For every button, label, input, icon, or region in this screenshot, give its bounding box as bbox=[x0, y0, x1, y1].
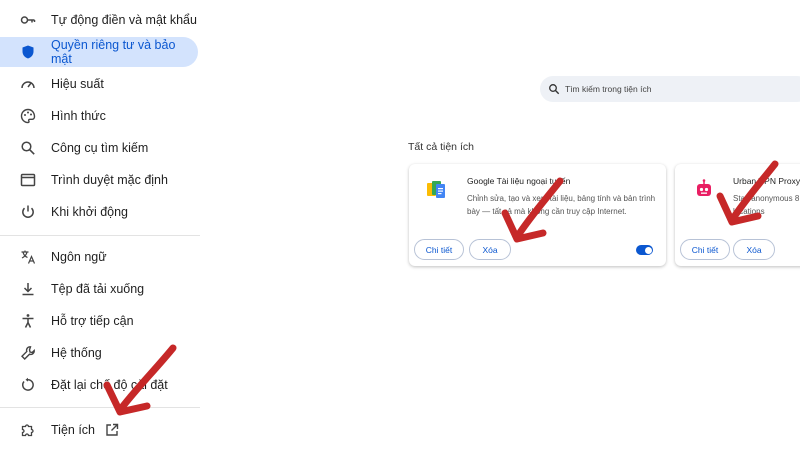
sidebar-item-accessibility[interactable]: Hỗ trợ tiếp cận bbox=[0, 306, 198, 336]
toggle-knob bbox=[644, 246, 652, 254]
sidebar-item-label: Tiện ích bbox=[51, 423, 96, 437]
sidebar-item-label: Đặt lại chế độ cài đặt bbox=[51, 378, 168, 392]
sidebar-item-label: Hình thức bbox=[51, 109, 106, 123]
sidebar-item-autofill[interactable]: Tự động điền và mật khẩu bbox=[0, 5, 198, 35]
sidebar-item-extensions[interactable]: Tiện ích bbox=[0, 415, 198, 445]
section-title: Tất cả tiện ích bbox=[408, 141, 474, 153]
browser-window-icon bbox=[20, 172, 36, 188]
extension-card-urban-vpn: Urban VPN Proxy Stay anonymous 8 ... 80 … bbox=[675, 164, 800, 266]
search-icon bbox=[20, 140, 36, 156]
extension-card-google-docs: Google Tài liệu ngoại tuyến Chỉnh sửa, t… bbox=[409, 164, 666, 266]
sidebar-item-label: Quyền riêng tư và bảo mật bbox=[51, 38, 176, 66]
sidebar-item-label: Công cụ tìm kiếm bbox=[51, 141, 149, 155]
shield-icon bbox=[20, 44, 36, 60]
details-button[interactable]: Chi tiết bbox=[680, 239, 730, 260]
extensions-search-bar[interactable] bbox=[540, 76, 800, 102]
extension-description: Stay anonymous 8 ... 80 locations bbox=[733, 194, 800, 216]
settings-sidebar: Tự động điền và mật khẩu Quyền riêng tư … bbox=[0, 0, 200, 450]
sidebar-item-languages[interactable]: Ngôn ngữ bbox=[0, 242, 198, 272]
extension-title: Urban VPN Proxy bbox=[733, 176, 800, 186]
robot-icon bbox=[693, 178, 715, 200]
accessibility-icon bbox=[20, 313, 36, 329]
sidebar-item-label: Hiệu suất bbox=[51, 77, 104, 91]
search-input[interactable] bbox=[565, 84, 785, 94]
sidebar-item-label: Tệp đã tải xuống bbox=[51, 282, 145, 296]
sidebar-item-downloads[interactable]: Tệp đã tải xuống bbox=[0, 274, 198, 304]
sidebar-item-default-browser[interactable]: Trình duyệt mặc định bbox=[0, 165, 198, 195]
sidebar-item-label: Ngôn ngữ bbox=[51, 250, 107, 264]
puzzle-icon bbox=[20, 422, 36, 438]
sidebar-item-system[interactable]: Hệ thống bbox=[0, 338, 198, 368]
sidebar-item-on-startup[interactable]: Khi khởi động bbox=[0, 197, 198, 227]
sidebar-item-performance[interactable]: Hiệu suất bbox=[0, 69, 198, 99]
sidebar-item-appearance[interactable]: Hình thức bbox=[0, 101, 198, 131]
remove-button[interactable]: Xóa bbox=[733, 239, 775, 260]
sidebar-divider bbox=[0, 235, 200, 236]
sidebar-item-label: Trình duyệt mặc định bbox=[51, 173, 168, 187]
palette-icon bbox=[20, 108, 36, 124]
speedometer-icon bbox=[20, 76, 36, 92]
sidebar-item-search-engine[interactable]: Công cụ tìm kiếm bbox=[0, 133, 198, 163]
wrench-icon bbox=[20, 345, 36, 361]
sidebar-item-label: Tự động điền và mật khẩu bbox=[51, 13, 197, 27]
translate-icon bbox=[20, 249, 36, 265]
search-icon bbox=[548, 83, 560, 95]
sidebar-item-label: Hỗ trợ tiếp cận bbox=[51, 314, 134, 328]
remove-button[interactable]: Xóa bbox=[469, 239, 511, 260]
open-in-new-icon bbox=[105, 423, 119, 437]
google-docs-icon bbox=[425, 178, 447, 200]
download-icon bbox=[20, 281, 36, 297]
sidebar-item-label: Hệ thống bbox=[51, 346, 102, 360]
key-icon bbox=[20, 12, 36, 28]
extension-title: Google Tài liệu ngoại tuyến bbox=[467, 176, 571, 186]
sidebar-divider bbox=[0, 407, 200, 408]
details-button[interactable]: Chi tiết bbox=[414, 239, 464, 260]
sidebar-item-label: Khi khởi động bbox=[51, 205, 128, 219]
reset-icon bbox=[20, 377, 36, 393]
sidebar-item-reset-settings[interactable]: Đặt lại chế độ cài đặt bbox=[0, 370, 198, 400]
extension-enable-toggle[interactable] bbox=[636, 245, 653, 255]
sidebar-item-privacy[interactable]: Quyền riêng tư và bảo mật bbox=[0, 37, 198, 67]
extension-description: Chỉnh sửa, tạo và xem tài liệu, bảng tín… bbox=[467, 194, 656, 216]
power-icon bbox=[20, 204, 36, 220]
